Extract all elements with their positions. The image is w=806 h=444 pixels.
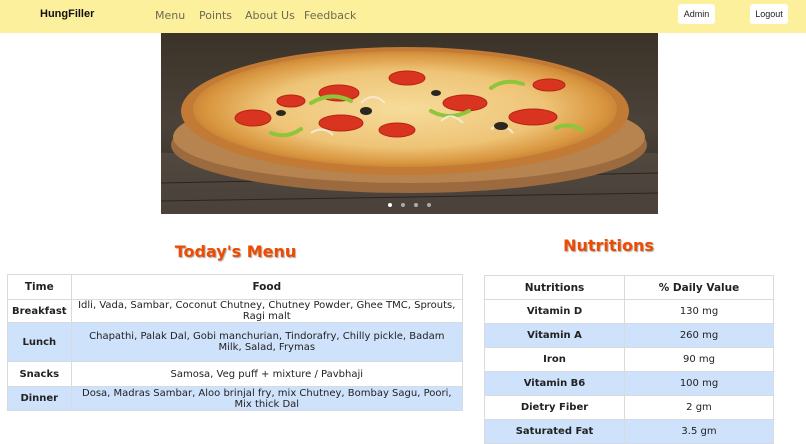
menu-table: Time Food Breakfast Idli, Vada, Sambar, …	[7, 274, 464, 411]
table-row: Vitamin B6 100 mg	[484, 371, 774, 396]
nutrient-value-cell: 100 mg	[624, 371, 774, 396]
menu-title: Today's Menu	[174, 242, 297, 261]
menu-food-cell: Dosa, Madras Sambar, Aloo brinjal fry, m…	[70, 386, 464, 411]
image-carousel[interactable]	[161, 33, 658, 214]
carousel-dot-4[interactable]	[427, 203, 431, 207]
table-row: Lunch Chapathi, Palak Dal, Gobi manchuri…	[7, 322, 464, 362]
carousel-dot-1[interactable]	[388, 203, 392, 207]
menu-header-time: Time	[7, 274, 72, 300]
brand-logo[interactable]: HungFiller	[40, 8, 94, 20]
table-row: Breakfast Idli, Vada, Sambar, Coconut Ch…	[7, 299, 464, 323]
menu-time-cell: Dinner	[7, 386, 72, 411]
menu-time-cell: Lunch	[7, 322, 72, 362]
menu-food-cell: Idli, Vada, Sambar, Coconut Chutney, Chu…	[70, 299, 464, 323]
menu-food-cell: Samosa, Veg puff + mixture / Pavbhaji	[70, 361, 464, 387]
nutrient-name-cell: Iron	[484, 347, 625, 372]
nutrition-title: Nutritions	[563, 236, 654, 255]
table-row: Vitamin D 130 mg	[484, 299, 774, 324]
nutrient-name-cell: Dietry Fiber	[484, 395, 625, 420]
logout-button[interactable]: Logout	[750, 4, 788, 24]
nutrient-value-cell: 130 mg	[624, 299, 774, 324]
menu-food-cell: Chapathi, Palak Dal, Gobi manchurian, Ti…	[70, 322, 464, 362]
carousel-indicators	[161, 203, 658, 207]
menu-header-food: Food	[70, 274, 464, 300]
nutrient-name-cell: Vitamin A	[484, 323, 625, 348]
table-row: Dinner Dosa, Madras Sambar, Aloo brinjal…	[7, 386, 464, 411]
nav-link-points[interactable]: Points	[199, 9, 232, 22]
table-row: Snacks Samosa, Veg puff + mixture / Pavb…	[7, 361, 464, 387]
carousel-slide-image	[161, 33, 658, 214]
nutrient-value-cell: 2 gm	[624, 395, 774, 420]
nutrient-name-cell: Vitamin B6	[484, 371, 625, 396]
nutrient-name-cell: Vitamin D	[484, 299, 625, 324]
nutrient-name-cell: Saturated Fat	[484, 419, 625, 444]
table-row: Dietry Fiber 2 gm	[484, 395, 774, 420]
nav-link-menu[interactable]: Menu	[155, 9, 185, 22]
nutrient-value-cell: 3.5 gm	[624, 419, 774, 444]
nutrient-value-cell: 260 mg	[624, 323, 774, 348]
nutrient-value-cell: 90 mg	[624, 347, 774, 372]
menu-time-cell: Breakfast	[7, 299, 72, 323]
table-row: Vitamin A 260 mg	[484, 323, 774, 348]
nutrition-header-name: Nutritions	[484, 275, 625, 300]
carousel-dot-2[interactable]	[401, 203, 405, 207]
carousel-dot-3[interactable]	[414, 203, 418, 207]
admin-button[interactable]: Admin	[678, 4, 715, 24]
nutrition-header-value: % Daily Value	[624, 275, 774, 300]
table-row: Saturated Fat 3.5 gm	[484, 419, 774, 444]
menu-time-cell: Snacks	[7, 361, 72, 387]
nav-link-about-us[interactable]: About Us	[245, 9, 295, 22]
navbar: HungFiller Menu Points About Us Feedback…	[0, 0, 806, 33]
nutrition-table: Nutritions % Daily Value Vitamin D 130 m…	[484, 275, 774, 444]
table-row: Iron 90 mg	[484, 347, 774, 372]
nav-link-feedback[interactable]: Feedback	[304, 9, 356, 22]
